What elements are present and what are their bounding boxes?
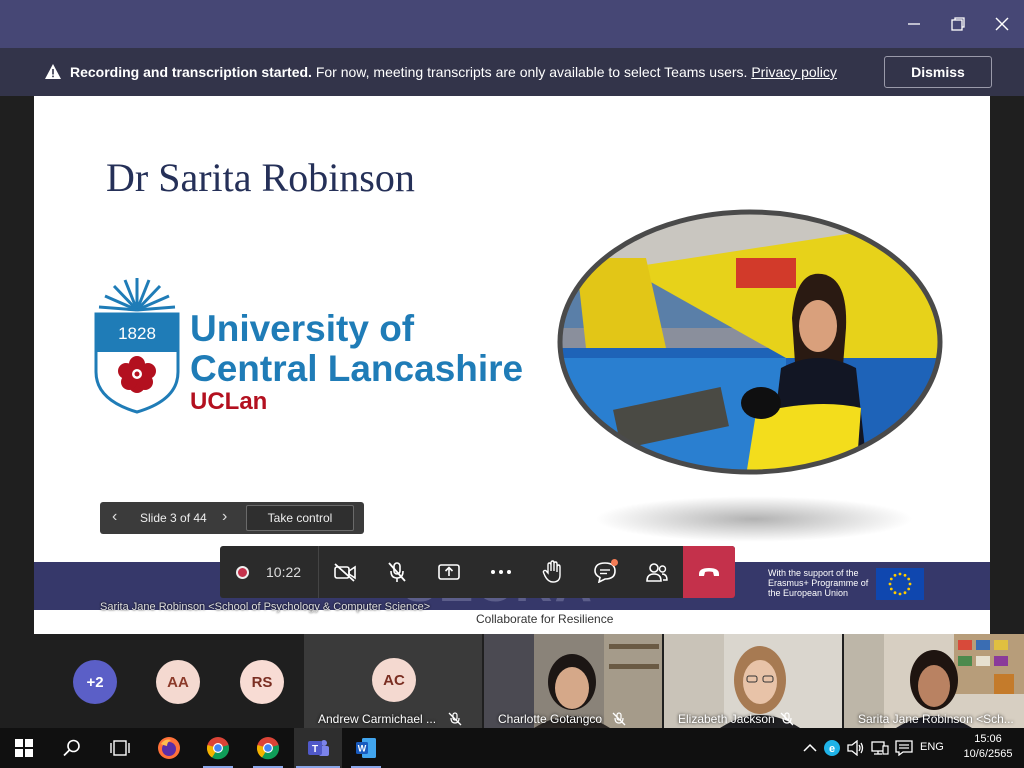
participant-avatar: AC bbox=[372, 658, 416, 702]
sunburst-rays bbox=[98, 278, 176, 312]
previous-slide-button[interactable]: ‹ bbox=[112, 508, 117, 526]
photo-shadow bbox=[594, 496, 914, 542]
participant-name: Elizabeth Jackson bbox=[678, 712, 775, 726]
raise-hand-button[interactable] bbox=[528, 546, 578, 598]
overflow-participants-button[interactable]: +2 bbox=[73, 660, 117, 704]
banner-bold-text: Recording and transcription started. bbox=[70, 64, 312, 80]
participant-avatar[interactable]: RS bbox=[240, 660, 284, 704]
recording-indicator-icon bbox=[236, 566, 249, 579]
taskbar-teams[interactable]: T bbox=[304, 734, 332, 762]
svg-text:e: e bbox=[829, 743, 835, 755]
participant-strip: +2 AA RS AC Andrew Carmichael ... Charlo… bbox=[0, 634, 1024, 728]
chevron-up-icon bbox=[803, 743, 817, 752]
taskbar-chrome[interactable] bbox=[204, 734, 232, 762]
task-view-icon bbox=[110, 740, 130, 756]
svg-text:T: T bbox=[312, 744, 318, 755]
camera-toggle-button[interactable] bbox=[320, 546, 370, 598]
share-screen-icon bbox=[438, 564, 460, 580]
search-icon bbox=[63, 739, 80, 757]
mic-toggle-button[interactable] bbox=[372, 546, 422, 598]
more-icon bbox=[491, 570, 511, 574]
privacy-policy-link[interactable]: Privacy policy bbox=[751, 64, 837, 80]
more-actions-button[interactable] bbox=[476, 546, 526, 598]
share-screen-button[interactable] bbox=[424, 546, 474, 598]
taskbar-chrome-2[interactable] bbox=[254, 734, 282, 762]
call-timer: 10:22 bbox=[266, 564, 302, 580]
participants-button[interactable] bbox=[632, 546, 682, 598]
chat-unread-dot bbox=[611, 559, 618, 566]
people-icon bbox=[646, 563, 668, 582]
edge-icon: e bbox=[824, 740, 840, 756]
task-view-button[interactable] bbox=[106, 734, 134, 762]
hang-up-icon bbox=[699, 568, 719, 576]
take-control-button[interactable]: Take control bbox=[246, 505, 354, 531]
controls-divider bbox=[318, 546, 319, 598]
slide-counter: Slide 3 of 44 bbox=[140, 511, 207, 525]
action-center-button[interactable] bbox=[890, 734, 918, 762]
slide-navigation: ‹ Slide 3 of 44 › Take control bbox=[100, 502, 364, 534]
minimize-button[interactable] bbox=[900, 10, 928, 38]
title-bar bbox=[0, 0, 1024, 48]
uclan-shield-logo: 1828 bbox=[94, 278, 180, 414]
logo-year: 1828 bbox=[118, 324, 156, 343]
minimize-icon bbox=[908, 23, 920, 25]
dismiss-button[interactable]: Dismiss bbox=[884, 56, 992, 88]
slide-title: Dr Sarita Robinson bbox=[106, 155, 415, 200]
eu-flag-icon bbox=[876, 568, 924, 600]
chrome-icon bbox=[256, 737, 280, 760]
call-controls: 10:22 bbox=[220, 546, 735, 598]
mic-muted-icon bbox=[448, 712, 462, 726]
taskbar-firefox[interactable] bbox=[155, 734, 183, 762]
chrome-icon bbox=[206, 737, 230, 760]
clock-time: 15:06 bbox=[974, 733, 1002, 745]
university-short-name: UCLan bbox=[190, 388, 268, 415]
firefox-icon bbox=[158, 737, 180, 759]
next-slide-button[interactable]: › bbox=[222, 508, 227, 526]
university-name-line1: University of bbox=[190, 308, 415, 349]
participant-name: Charlotte Gotangco bbox=[498, 712, 603, 726]
mic-muted-icon bbox=[612, 712, 626, 726]
presenter-photo bbox=[557, 209, 943, 475]
mic-muted-icon bbox=[780, 712, 794, 726]
word-icon: W bbox=[356, 738, 376, 758]
taskbar-clock[interactable]: 15:06 10/6/2565 bbox=[956, 732, 1020, 762]
restore-button[interactable] bbox=[944, 10, 972, 38]
presenter-caption: Sarita Jane Robinson <School of Psycholo… bbox=[100, 601, 431, 613]
hang-up-button[interactable] bbox=[683, 546, 735, 598]
taskbar-word[interactable]: W bbox=[352, 734, 380, 762]
participant-tile-charlotte[interactable]: Charlotte Gotangco bbox=[484, 634, 662, 728]
start-button[interactable] bbox=[10, 734, 38, 762]
restore-icon bbox=[951, 17, 965, 31]
teams-icon: T bbox=[308, 740, 329, 756]
close-icon bbox=[995, 17, 1009, 31]
participant-tile-andrew[interactable]: AC Andrew Carmichael ... bbox=[304, 634, 482, 728]
footer-tagline: Collaborate for Resilience bbox=[476, 612, 614, 626]
chat-button[interactable] bbox=[580, 546, 630, 598]
notification-icon bbox=[895, 740, 913, 756]
participant-name: Sarita Jane Robinson <Sch... bbox=[858, 712, 1014, 726]
network-icon bbox=[871, 741, 889, 755]
banner-message: Recording and transcription started. For… bbox=[70, 64, 837, 80]
university-name-line2: Central Lancashire bbox=[190, 348, 524, 389]
participant-name: Andrew Carmichael ... bbox=[318, 712, 437, 726]
input-language[interactable]: ENG bbox=[920, 741, 944, 753]
participant-tile-sarita[interactable]: Sarita Jane Robinson <Sch... bbox=[844, 634, 1024, 728]
raise-hand-icon bbox=[542, 560, 561, 583]
participant-avatar[interactable]: AA bbox=[156, 660, 200, 704]
windows-taskbar: T W e ENG 15:06 10/6/2565 bbox=[0, 728, 1024, 768]
svg-text:W: W bbox=[358, 744, 367, 754]
close-button[interactable] bbox=[988, 10, 1016, 38]
camera-off-icon bbox=[334, 563, 356, 582]
clock-date: 10/6/2565 bbox=[963, 748, 1013, 760]
erasmus-text: With the support of the Erasmus+ Program… bbox=[768, 568, 869, 598]
banner-text: For now, meeting transcripts are only av… bbox=[311, 64, 752, 80]
recording-banner: Recording and transcription started. For… bbox=[0, 48, 1024, 96]
search-button[interactable] bbox=[58, 734, 86, 762]
speaker-icon bbox=[847, 740, 864, 756]
warning-icon bbox=[45, 64, 61, 79]
mic-off-icon bbox=[388, 562, 406, 582]
windows-logo-icon bbox=[15, 739, 33, 757]
participant-tile-elizabeth[interactable]: Elizabeth Jackson bbox=[664, 634, 842, 728]
